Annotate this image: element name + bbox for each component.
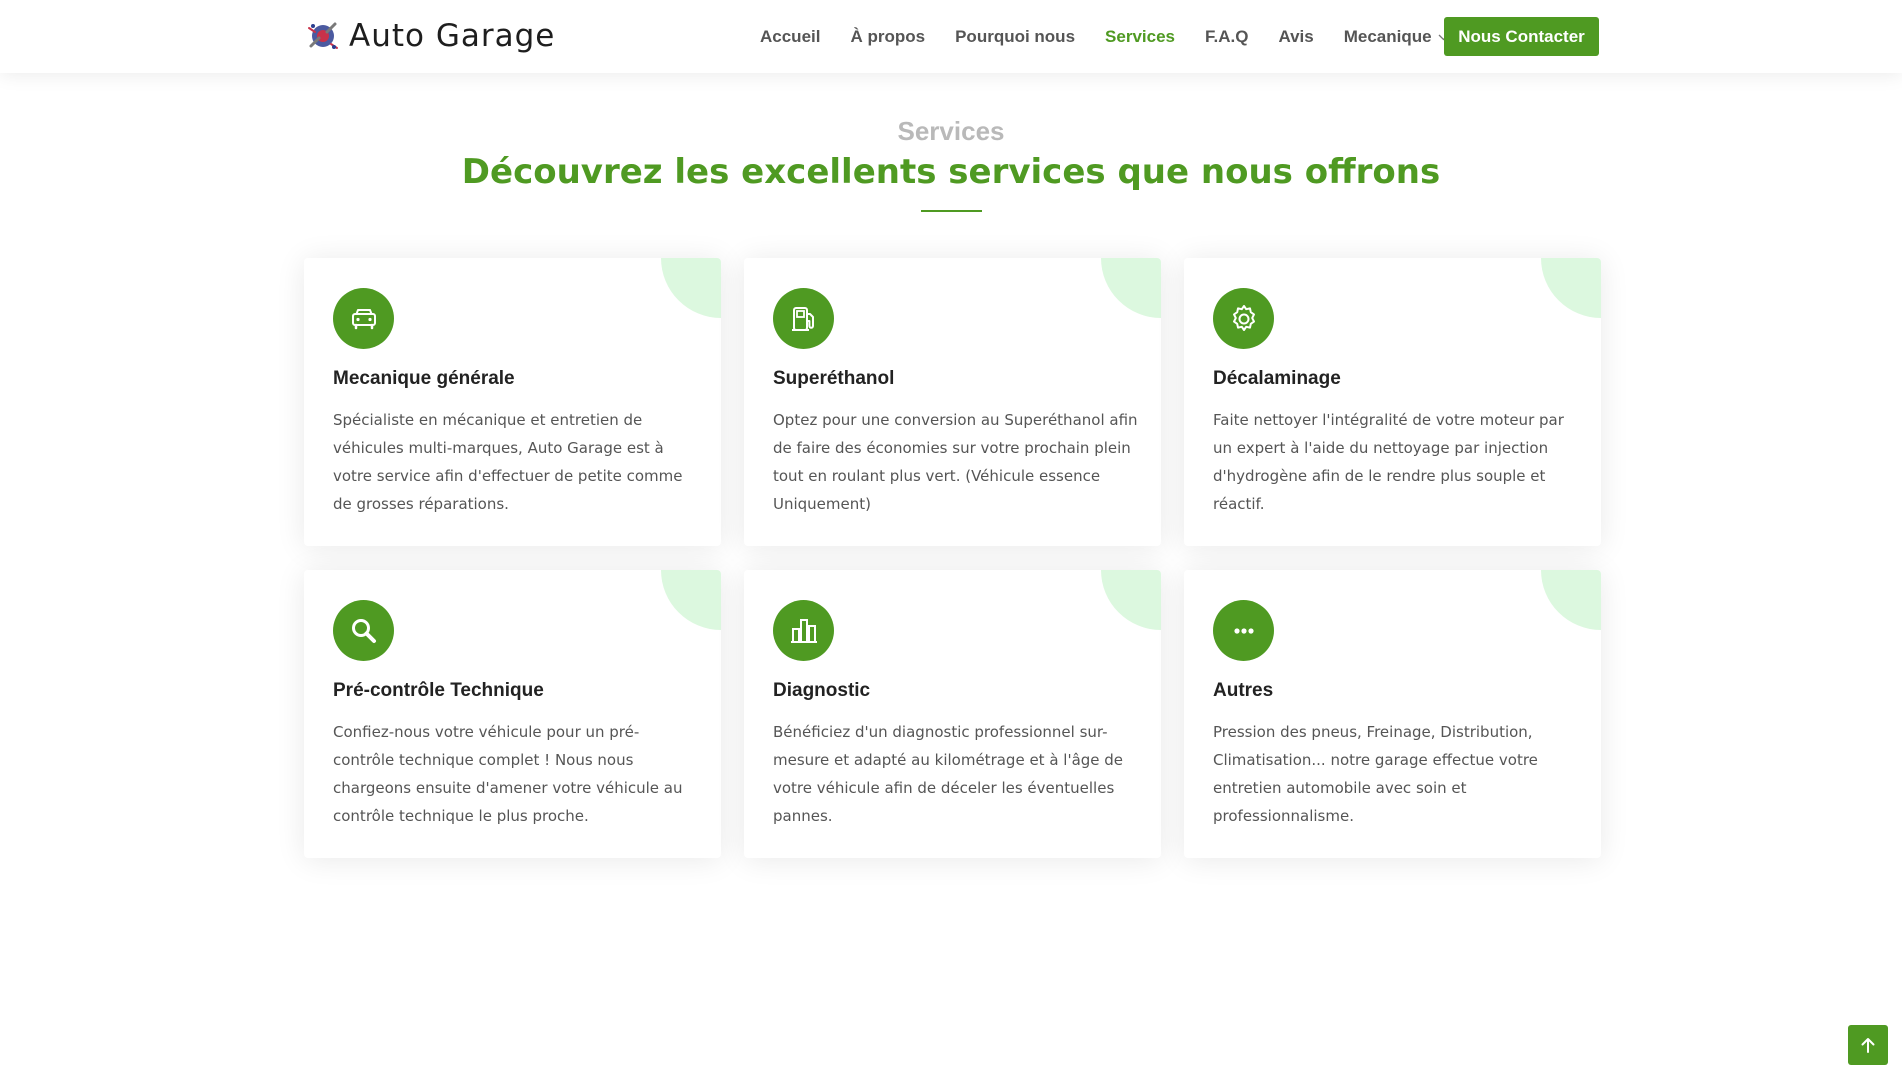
more-dots-icon — [1233, 627, 1254, 634]
nav-item-accueil[interactable]: Accueil — [760, 27, 820, 47]
bar-chart-icon — [790, 618, 817, 643]
garage-logo-icon — [308, 22, 338, 49]
nav-item-pourquoi-nous[interactable]: Pourquoi nous — [955, 27, 1075, 47]
card-title: Mecanique générale — [333, 368, 515, 389]
nav-item-mecanique-label: Mecanique — [1343, 27, 1432, 46]
brand-link[interactable]: Auto Garage — [305, 14, 555, 58]
nav-item-avis[interactable]: Avis — [1278, 27, 1313, 47]
search-icon — [351, 618, 376, 643]
section-divider — [921, 210, 982, 212]
card-icon-badge — [773, 288, 834, 349]
nav-item-faq[interactable]: F.A.Q — [1205, 27, 1248, 47]
card-title: Décalaminage — [1213, 368, 1341, 389]
card-description: Optez pour une conversion au Superéthano… — [773, 411, 1138, 513]
nav-item-a-propos[interactable]: À propos — [850, 27, 925, 47]
card-icon-badge — [333, 288, 394, 349]
card-corner-decoration — [1541, 258, 1601, 318]
card-title: Superéthanol — [773, 368, 895, 389]
card-icon-badge — [1213, 600, 1274, 661]
card-description: Spécialiste en mécanique et entretien de… — [333, 411, 683, 513]
contact-button[interactable]: Nous Contacter — [1444, 17, 1599, 56]
service-card-superethanol: Superéthanol Optez pour une conversion a… — [744, 258, 1161, 546]
card-icon-badge — [1213, 288, 1274, 349]
service-card-autres: Autres Pression des pneus, Freinage, Dis… — [1184, 570, 1601, 858]
card-description: Confiez-nous votre véhicule pour un pré-… — [333, 723, 683, 825]
gear-icon — [1232, 304, 1255, 331]
back-to-top-button[interactable] — [1848, 1025, 1888, 1065]
card-description: Faite nettoyer l'intégralité de votre mo… — [1213, 411, 1564, 513]
card-icon-badge — [773, 600, 834, 661]
card-title: Autres — [1213, 680, 1274, 701]
card-corner-decoration — [1541, 570, 1601, 630]
card-corner-decoration — [1101, 570, 1161, 630]
nav-item-mecanique-dropdown[interactable]: Mecanique — [1344, 27, 1449, 47]
card-icon-badge — [333, 600, 394, 661]
service-card-mecanique: Mecanique générale Spécialiste en mécani… — [304, 258, 721, 546]
card-description: Pression des pneus, Freinage, Distributi… — [1213, 723, 1538, 825]
card-title: Pré-contrôle Technique — [333, 680, 544, 701]
main-nav: Accueil À propos Pourquoi nous Services … — [760, 17, 1479, 57]
nav-item-services[interactable]: Services — [1105, 27, 1175, 47]
section-eyebrow: Services — [897, 116, 1005, 146]
car-icon — [351, 308, 376, 329]
site-header: Auto Garage Accueil À propos Pourquoi no… — [0, 0, 1902, 73]
card-corner-decoration — [1101, 258, 1161, 318]
card-corner-decoration — [661, 570, 721, 630]
service-card-decalaminage: Décalaminage Faite nettoyer l'intégralit… — [1184, 258, 1601, 546]
service-card-diagnostic: Diagnostic Bénéficiez d'un diagnostic pr… — [744, 570, 1161, 858]
card-title: Diagnostic — [773, 680, 871, 701]
card-corner-decoration — [661, 258, 721, 318]
card-description: Bénéficiez d'un diagnostic professionnel… — [773, 723, 1124, 825]
arrow-up-icon — [1861, 1038, 1875, 1053]
service-card-pre-controle: Pré-contrôle Technique Confiez-nous votr… — [304, 570, 721, 858]
brand-name: Auto Garage — [349, 18, 556, 54]
section-title: Découvrez les excellents services que no… — [461, 152, 1441, 192]
fuel-pump-icon — [791, 306, 814, 331]
